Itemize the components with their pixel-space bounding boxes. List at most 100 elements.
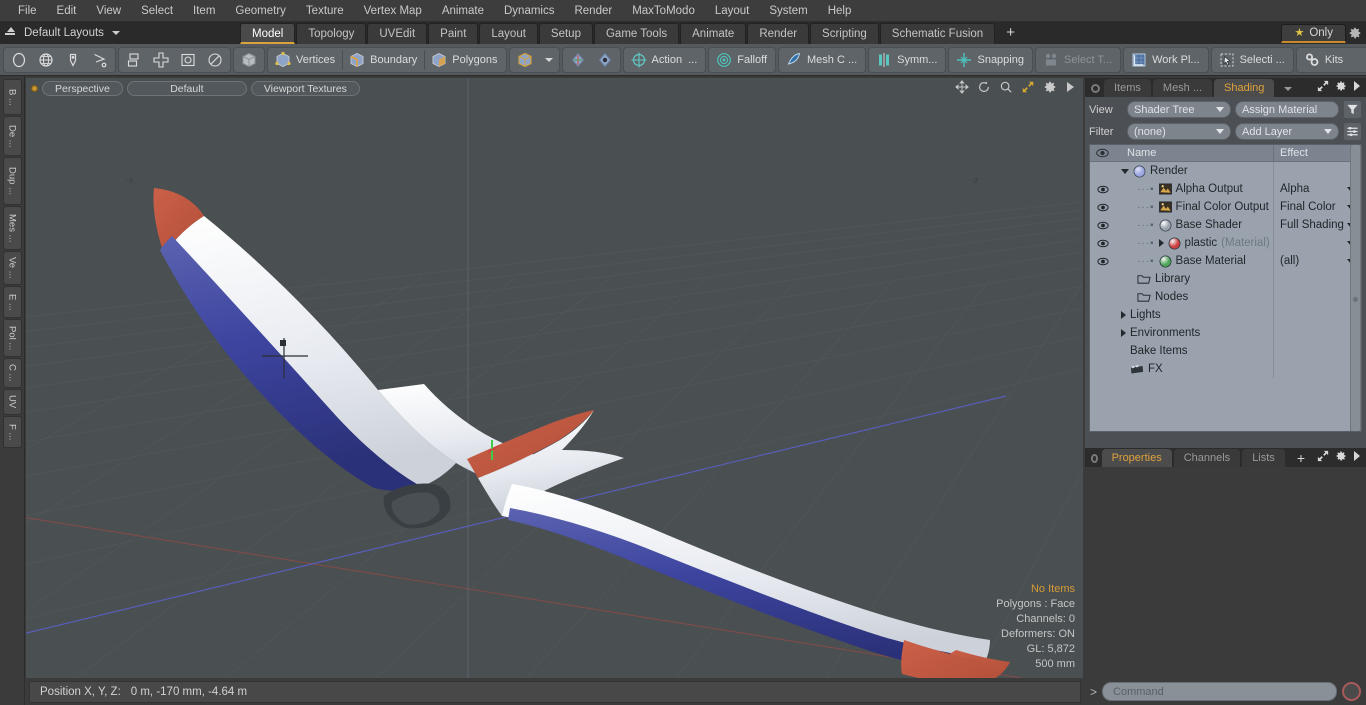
gear-icon[interactable] — [1335, 450, 1347, 465]
menu-item-render[interactable]: Render — [564, 0, 622, 22]
menu-item-help[interactable]: Help — [818, 0, 862, 22]
left-tool-tab-7[interactable]: C ... — [2, 358, 22, 388]
tab-schematic-fusion[interactable]: Schematic Fusion — [879, 23, 996, 44]
left-tool-tab-3[interactable]: Mes ... — [2, 206, 22, 250]
curve-icon[interactable] — [87, 48, 113, 72]
record-icon[interactable] — [1342, 682, 1361, 701]
menu-item-item[interactable]: Item — [183, 0, 225, 22]
shader-tree-row[interactable]: Library — [1090, 270, 1361, 288]
menu-item-file[interactable]: File — [8, 0, 47, 22]
array-icon[interactable] — [121, 48, 147, 72]
menu-item-maxtomodo[interactable]: MaxToModo — [622, 0, 705, 22]
shader-tree-row[interactable]: ···▪ Base Shader Full Shading — [1090, 216, 1361, 234]
view-mode-dropdown[interactable]: Shader Tree — [1127, 101, 1231, 118]
viewport-view-type[interactable]: Perspective — [42, 80, 123, 96]
panel-tab-shading[interactable]: Shading — [1214, 79, 1275, 97]
symmetry-button[interactable]: Symm... — [871, 48, 943, 72]
mesh-constraint-button[interactable]: Mesh C ... — [781, 48, 863, 72]
panel-tab-mesh[interactable]: Mesh ... — [1152, 79, 1213, 97]
item-cube-icon[interactable] — [512, 48, 538, 72]
shader-tree-effect-cell[interactable]: Alpha — [1273, 180, 1361, 198]
list-options-icon[interactable] — [1343, 122, 1362, 141]
visibility-toggle-icon[interactable] — [1090, 257, 1115, 266]
gear-icon[interactable] — [1043, 80, 1057, 97]
move-icon[interactable] — [148, 48, 174, 72]
selection-mode-vertices[interactable]: Vertices — [270, 48, 341, 72]
gear-icon[interactable] — [1335, 80, 1347, 95]
cube-icon[interactable] — [236, 48, 262, 72]
left-tool-tab-2[interactable]: Dup ... — [2, 157, 22, 205]
center-icon[interactable] — [175, 48, 201, 72]
assign-material-button[interactable]: Assign Material — [1235, 101, 1339, 118]
chevron-right-icon[interactable] — [1353, 81, 1361, 94]
left-tool-tab-5[interactable]: E ... — [2, 286, 22, 318]
gear-icon[interactable] — [1348, 26, 1362, 40]
menu-item-vertex-map[interactable]: Vertex Map — [354, 0, 432, 22]
shader-tree-row[interactable]: FX — [1090, 360, 1361, 378]
maximize-icon[interactable] — [1021, 80, 1035, 97]
visibility-toggle-icon[interactable] — [1090, 239, 1115, 248]
tab-uvedit[interactable]: UVEdit — [367, 23, 428, 44]
tab-render[interactable]: Render — [747, 23, 810, 44]
tab-setup[interactable]: Setup — [538, 23, 593, 44]
shader-tree-row[interactable]: ···▪ Final Color Output Final Color — [1090, 198, 1361, 216]
shader-tree-row[interactable]: Nodes — [1090, 288, 1361, 306]
shader-tree-row[interactable]: Render — [1090, 162, 1361, 180]
shader-tree-scrollbar[interactable] — [1350, 145, 1361, 431]
shader-tree-row[interactable]: Lights — [1090, 306, 1361, 324]
chevron-down-icon[interactable] — [1276, 79, 1298, 97]
rotate-icon[interactable] — [202, 48, 228, 72]
menu-item-select[interactable]: Select — [131, 0, 183, 22]
shader-tree-row[interactable]: ···▪ Base Material (all) — [1090, 252, 1361, 270]
visibility-toggle-icon[interactable] — [1090, 221, 1115, 230]
menu-item-texture[interactable]: Texture — [296, 0, 354, 22]
zoom-icon[interactable] — [999, 80, 1013, 97]
shader-tree-effect-cell[interactable]: (all) — [1273, 252, 1361, 270]
action-center-button[interactable]: Action ... — [626, 48, 704, 72]
filter-dropdown[interactable]: (none) — [1127, 123, 1231, 140]
tab-topology[interactable]: Topology — [296, 23, 367, 44]
viewport-shading-mode[interactable]: Viewport Textures — [250, 80, 360, 96]
work-plane-button[interactable]: Work Pl... — [1126, 48, 1205, 72]
visibility-toggle-icon[interactable] — [1090, 185, 1115, 194]
play-icon[interactable] — [1065, 81, 1075, 96]
selection-mode-polygons[interactable]: Polygons — [426, 48, 503, 72]
kits-button[interactable]: Kits — [1299, 48, 1349, 72]
expand-icon[interactable] — [1317, 80, 1329, 95]
falloff-button[interactable]: Falloff — [711, 48, 773, 72]
shader-tree-effect-cell[interactable]: Full Shading — [1273, 216, 1361, 234]
pan-icon[interactable] — [955, 79, 969, 97]
left-tool-tab-4[interactable]: Ve ... — [2, 251, 22, 285]
shader-tree-row[interactable]: Environments — [1090, 324, 1361, 342]
snapping-button[interactable]: Snapping — [951, 48, 1030, 72]
command-input[interactable]: Command — [1102, 682, 1337, 701]
menu-item-dynamics[interactable]: Dynamics — [494, 0, 564, 22]
bottom-panel-tab-add[interactable]: + — [1287, 449, 1315, 467]
tab-paint[interactable]: Paint — [428, 23, 479, 44]
expander-right-icon[interactable] — [1121, 329, 1126, 337]
selection-mode-boundary[interactable]: Boundary — [344, 48, 423, 72]
ellipse-icon[interactable] — [6, 48, 32, 72]
shader-tree[interactable]: Name Effect Render ···▪ Alpha Output Alpha ·… — [1089, 144, 1362, 432]
bottom-panel-tab-properties[interactable]: Properties — [1101, 449, 1172, 467]
layout-selector[interactable]: Default Layouts — [0, 22, 180, 44]
viewport-preset[interactable]: Default — [126, 80, 247, 96]
sphere-icon[interactable] — [33, 48, 59, 72]
menu-item-layout[interactable]: Layout — [705, 0, 760, 22]
rotate-icon[interactable] — [977, 80, 991, 97]
add-tab-button[interactable]: + — [996, 23, 1025, 44]
left-tool-tab-1[interactable]: De ... — [2, 116, 22, 156]
menu-item-view[interactable]: View — [86, 0, 131, 22]
left-tool-tab-8[interactable]: UV — [2, 389, 22, 415]
funnel-icon[interactable] — [1343, 100, 1362, 119]
menu-item-system[interactable]: System — [759, 0, 817, 22]
tab-scripting[interactable]: Scripting — [810, 23, 879, 44]
only-button[interactable]: ★ Only — [1281, 23, 1346, 43]
panel-tab-items[interactable]: Items — [1104, 79, 1151, 97]
select-through-button[interactable]: Select T... — [1038, 48, 1118, 72]
selection-set-button[interactable]: Selecti ... — [1214, 48, 1291, 72]
expander-right-icon[interactable] — [1121, 311, 1126, 319]
menu-item-geometry[interactable]: Geometry — [225, 0, 296, 22]
chevron-right-icon[interactable] — [1353, 451, 1361, 464]
chevron-down-icon[interactable] — [539, 48, 557, 72]
